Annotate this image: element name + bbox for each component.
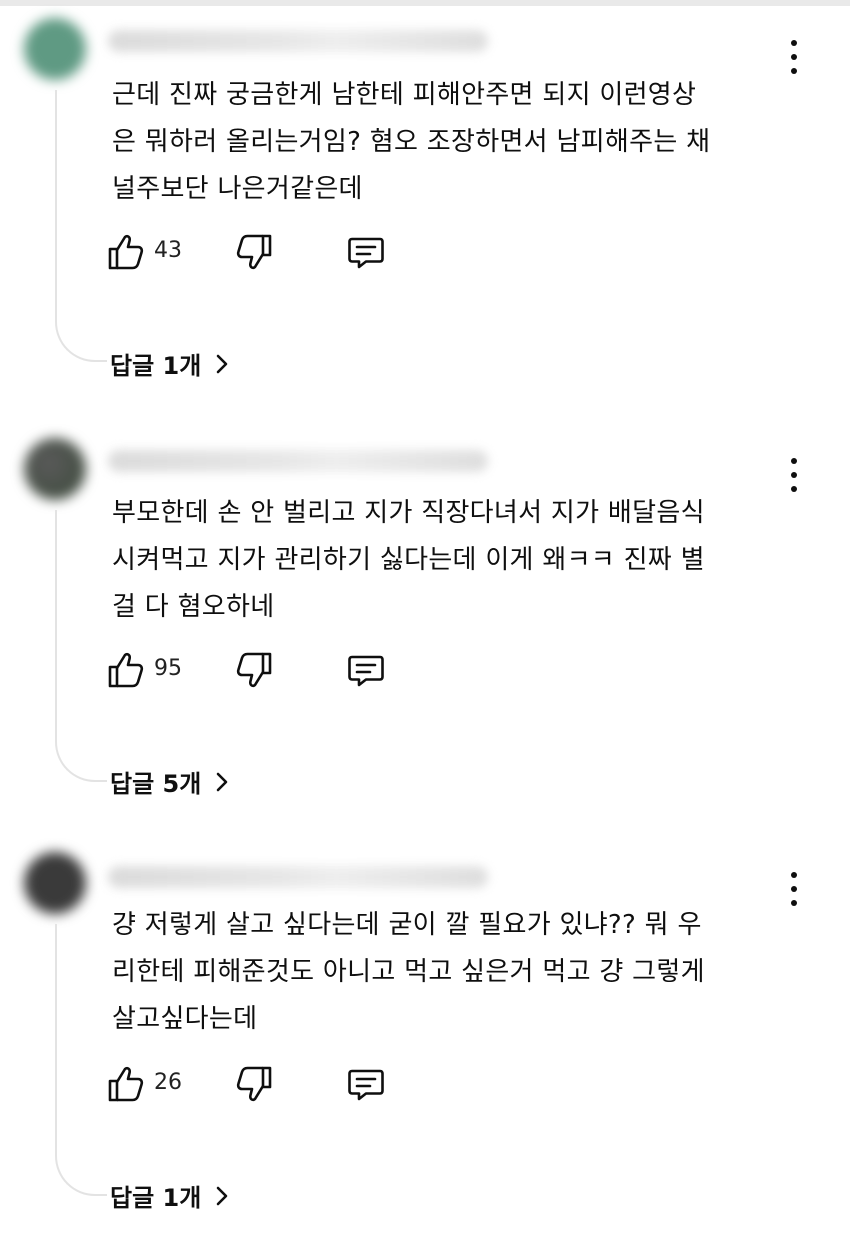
comment-reply-icon[interactable] [346,1064,386,1104]
chevron-right-icon [216,1186,228,1205]
comment-item: 부모한데 손 안 벌리고 지가 직장다녀서 지가 배달음식 시켜먹고 지가 관리… [0,420,850,820]
thumbs-down-icon[interactable] [234,232,274,272]
view-replies-button[interactable]: 답글 5개 [110,764,231,799]
thread-line [55,510,107,782]
replies-label: 답글 1개 [110,1184,202,1212]
comment-item: 근데 진짜 궁금한게 남한테 피해안주면 되지 이런영상 은 뭐하러 올리는거임… [0,0,850,400]
avatar[interactable] [24,852,86,914]
more-vert-icon[interactable] [786,40,802,74]
author-name-blurred[interactable] [108,450,488,472]
thread-line [55,90,107,362]
more-vert-icon[interactable] [786,872,802,906]
thumbs-up-icon[interactable] [106,1064,146,1104]
chevron-right-icon [216,354,228,373]
view-replies-button[interactable]: 답글 1개 [110,1178,231,1213]
author-name-blurred[interactable] [108,30,488,52]
thread-line [55,924,107,1196]
comment-text: 근데 진짜 궁금한게 남한테 피해안주면 되지 이런영상 은 뭐하러 올리는거임… [112,80,711,204]
thumbs-down-icon[interactable] [234,1064,274,1104]
comment-reply-icon[interactable] [346,650,386,690]
comment-actions: 43 [106,232,446,272]
comment-reply-icon[interactable] [346,232,386,272]
comment-text: 걍 저렇게 살고 싶다는데 굳이 깔 필요가 있냐?? 뭐 우 리한테 피해준것… [112,910,705,1034]
replies-label: 답글 1개 [110,352,202,380]
avatar[interactable] [24,18,86,80]
comment-actions: 26 [106,1064,446,1104]
comment-item: 걍 저렇게 살고 싶다는데 굳이 깔 필요가 있냐?? 뭐 우 리한테 피해준것… [0,834,850,1234]
like-count: 43 [154,238,182,263]
comment-text: 부모한데 손 안 벌리고 지가 직장다녀서 지가 배달음식 시켜먹고 지가 관리… [112,498,705,622]
avatar[interactable] [24,438,86,500]
thumbs-down-icon[interactable] [234,650,274,690]
like-count: 95 [154,656,182,681]
more-vert-icon[interactable] [786,458,802,492]
view-replies-button[interactable]: 답글 1개 [110,346,231,381]
author-name-blurred[interactable] [108,866,488,888]
thumbs-up-icon[interactable] [106,232,146,272]
like-count: 26 [154,1070,182,1095]
replies-label: 답글 5개 [110,770,202,798]
thumbs-up-icon[interactable] [106,650,146,690]
chevron-right-icon [216,772,228,791]
comment-actions: 95 [106,650,446,690]
